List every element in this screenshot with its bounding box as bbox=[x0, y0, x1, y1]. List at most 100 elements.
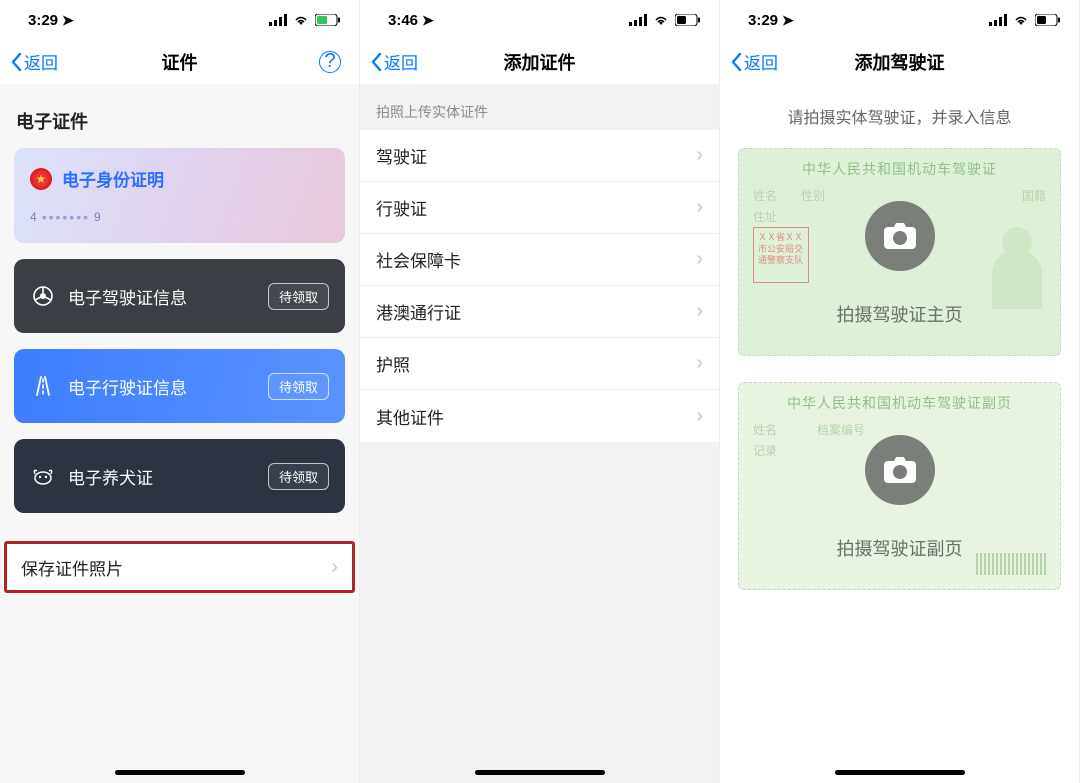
signal-icon bbox=[269, 14, 287, 26]
screen3-body: 请拍摄实体驾驶证，并录入信息 中华人民共和国机动车驾驶证 姓名 性别 国籍 住址… bbox=[720, 84, 1079, 783]
list-item-label: 行驶证 bbox=[376, 195, 427, 220]
wifi-icon bbox=[1013, 14, 1029, 26]
status-bar: 3:29 ➤ bbox=[0, 0, 359, 40]
claim-badge[interactable]: 待领取 bbox=[268, 283, 329, 310]
status-time: 3:46 bbox=[388, 12, 418, 29]
status-bar: 3:29 ➤ bbox=[720, 0, 1079, 40]
nav-bar: 返回 证件 ? bbox=[0, 40, 359, 84]
license-front-capture[interactable]: 中华人民共和国机动车驾驶证 姓名 性别 国籍 住址 ＸＸ省ＸＸ市公安局交通警察支… bbox=[738, 148, 1061, 356]
back-button[interactable]: 返回 bbox=[10, 49, 58, 74]
id-suffix: 9 bbox=[94, 210, 102, 224]
list-item-vehicle-license[interactable]: 行驶证 › bbox=[360, 182, 719, 234]
camera-icon bbox=[865, 201, 935, 271]
emblem-icon: ★ bbox=[30, 168, 52, 190]
signal-icon bbox=[629, 14, 647, 26]
card-eid[interactable]: ★ 电子身份证明 4 ••••••• 9 bbox=[14, 148, 345, 243]
chevron-right-icon: › bbox=[696, 405, 703, 428]
nav-bar: 返回 添加驾驶证 bbox=[720, 40, 1079, 84]
home-indicator[interactable] bbox=[115, 770, 245, 775]
field-label: 姓名 bbox=[753, 421, 777, 438]
screen2-body: 拍照上传实体证件 驾驶证 › 行驶证 › 社会保障卡 › 港澳通行证 › 护照 … bbox=[360, 84, 719, 783]
status-time: 3:29 bbox=[748, 12, 778, 29]
signal-icon bbox=[989, 14, 1007, 26]
status-right bbox=[269, 14, 341, 26]
chevron-right-icon: › bbox=[696, 144, 703, 167]
license-back-title: 中华人民共和国机动车驾驶证副页 bbox=[753, 393, 1046, 413]
back-label: 返回 bbox=[384, 49, 418, 74]
field-label: 档案编号 bbox=[817, 421, 865, 438]
nav-title: 证件 bbox=[162, 49, 198, 75]
camera-icon bbox=[865, 435, 935, 505]
person-silhouette-icon bbox=[992, 249, 1042, 309]
stamp-placeholder: ＸＸ省ＸＸ市公安局交通警察支队 bbox=[753, 227, 809, 283]
list-item-driving-license[interactable]: 驾驶证 › bbox=[360, 130, 719, 182]
card-dog-license[interactable]: 电子养犬证 待领取 bbox=[14, 439, 345, 513]
card-label: 电子身份证明 bbox=[62, 166, 164, 191]
home-indicator[interactable] bbox=[835, 770, 965, 775]
back-label: 返回 bbox=[24, 49, 58, 74]
nav-bar: 返回 添加证件 bbox=[360, 40, 719, 84]
certificate-type-list: 驾驶证 › 行驶证 › 社会保障卡 › 港澳通行证 › 护照 › 其他证件 › bbox=[360, 130, 719, 442]
claim-badge[interactable]: 待领取 bbox=[268, 373, 329, 400]
status-right bbox=[989, 14, 1061, 26]
save-photos-row[interactable]: 保存证件照片 › bbox=[4, 541, 355, 593]
screen-certificates: 3:29 ➤ 返回 证件 ? 电子证件 ★ 电子身份证明 bbox=[0, 0, 360, 783]
chevron-right-icon: › bbox=[696, 300, 703, 323]
status-time: 3:29 bbox=[28, 12, 58, 29]
list-item-hk-macau-permit[interactable]: 港澳通行证 › bbox=[360, 286, 719, 338]
card-driving-license[interactable]: 电子驾驶证信息 待领取 bbox=[14, 259, 345, 333]
list-item-social-security[interactable]: 社会保障卡 › bbox=[360, 234, 719, 286]
dog-icon bbox=[30, 463, 56, 489]
back-button[interactable]: 返回 bbox=[370, 49, 418, 74]
screen-add-driving-license: 3:29 ➤ 返回 添加驾驶证 请拍摄实体驾驶证，并录入信息 中华人民共和国机动… bbox=[720, 0, 1080, 783]
home-indicator[interactable] bbox=[475, 770, 605, 775]
field-label: 住址 bbox=[753, 208, 777, 225]
camera-button[interactable] bbox=[865, 201, 935, 271]
group-header: 拍照上传实体证件 bbox=[360, 84, 719, 130]
steering-wheel-icon bbox=[30, 283, 56, 309]
list-item-label: 港澳通行证 bbox=[376, 299, 461, 324]
battery-icon bbox=[1035, 14, 1061, 26]
chevron-right-icon: › bbox=[331, 556, 338, 579]
status-right bbox=[629, 14, 701, 26]
card-label: 电子养犬证 bbox=[68, 464, 153, 489]
chevron-right-icon: › bbox=[696, 248, 703, 271]
list-item-label: 其他证件 bbox=[376, 404, 444, 429]
field-label: 姓名 bbox=[753, 187, 777, 204]
back-button[interactable]: 返回 bbox=[730, 49, 778, 74]
license-back-capture[interactable]: 中华人民共和国机动车驾驶证副页 姓名 档案编号 记录 拍摄驾驶证副页 bbox=[738, 382, 1061, 590]
list-item-label: 社会保障卡 bbox=[376, 247, 461, 272]
list-item-passport[interactable]: 护照 › bbox=[360, 338, 719, 390]
wifi-icon bbox=[653, 14, 669, 26]
help-button[interactable]: ? bbox=[319, 51, 341, 73]
id-prefix: 4 bbox=[30, 210, 38, 224]
claim-badge[interactable]: 待领取 bbox=[268, 463, 329, 490]
battery-icon bbox=[675, 14, 701, 26]
chevron-left-icon bbox=[730, 52, 742, 72]
location-icon: ➤ bbox=[422, 12, 434, 29]
chevron-right-icon: › bbox=[696, 352, 703, 375]
back-label: 返回 bbox=[744, 49, 778, 74]
chevron-left-icon bbox=[10, 52, 22, 72]
list-item-label: 护照 bbox=[376, 351, 410, 376]
field-label: 性别 bbox=[801, 187, 825, 204]
camera-button[interactable] bbox=[865, 435, 935, 505]
screen1-body: 电子证件 ★ 电子身份证明 4 ••••••• 9 电子驾驶证信息 待领取 电子 bbox=[0, 84, 359, 783]
nav-title: 添加驾驶证 bbox=[855, 49, 945, 75]
license-front-title: 中华人民共和国机动车驾驶证 bbox=[753, 159, 1046, 179]
id-dots: ••••••• bbox=[42, 209, 90, 225]
instruction-text: 请拍摄实体驾驶证，并录入信息 bbox=[738, 104, 1061, 128]
list-item-other[interactable]: 其他证件 › bbox=[360, 390, 719, 442]
card-id-masked: 4 ••••••• 9 bbox=[30, 209, 329, 225]
road-icon bbox=[30, 373, 56, 399]
field-label: 国籍 bbox=[1022, 187, 1046, 204]
location-icon: ➤ bbox=[782, 12, 794, 29]
barcode-icon bbox=[976, 553, 1046, 575]
screen-add-certificate: 3:46 ➤ 返回 添加证件 拍照上传实体证件 驾驶证 › 行驶证 › bbox=[360, 0, 720, 783]
card-label: 电子驾驶证信息 bbox=[68, 284, 187, 309]
card-vehicle-license[interactable]: 电子行驶证信息 待领取 bbox=[14, 349, 345, 423]
card-label: 电子行驶证信息 bbox=[68, 374, 187, 399]
field-label: 记录 bbox=[753, 442, 777, 459]
list-item-label: 驾驶证 bbox=[376, 143, 427, 168]
battery-icon bbox=[315, 14, 341, 26]
